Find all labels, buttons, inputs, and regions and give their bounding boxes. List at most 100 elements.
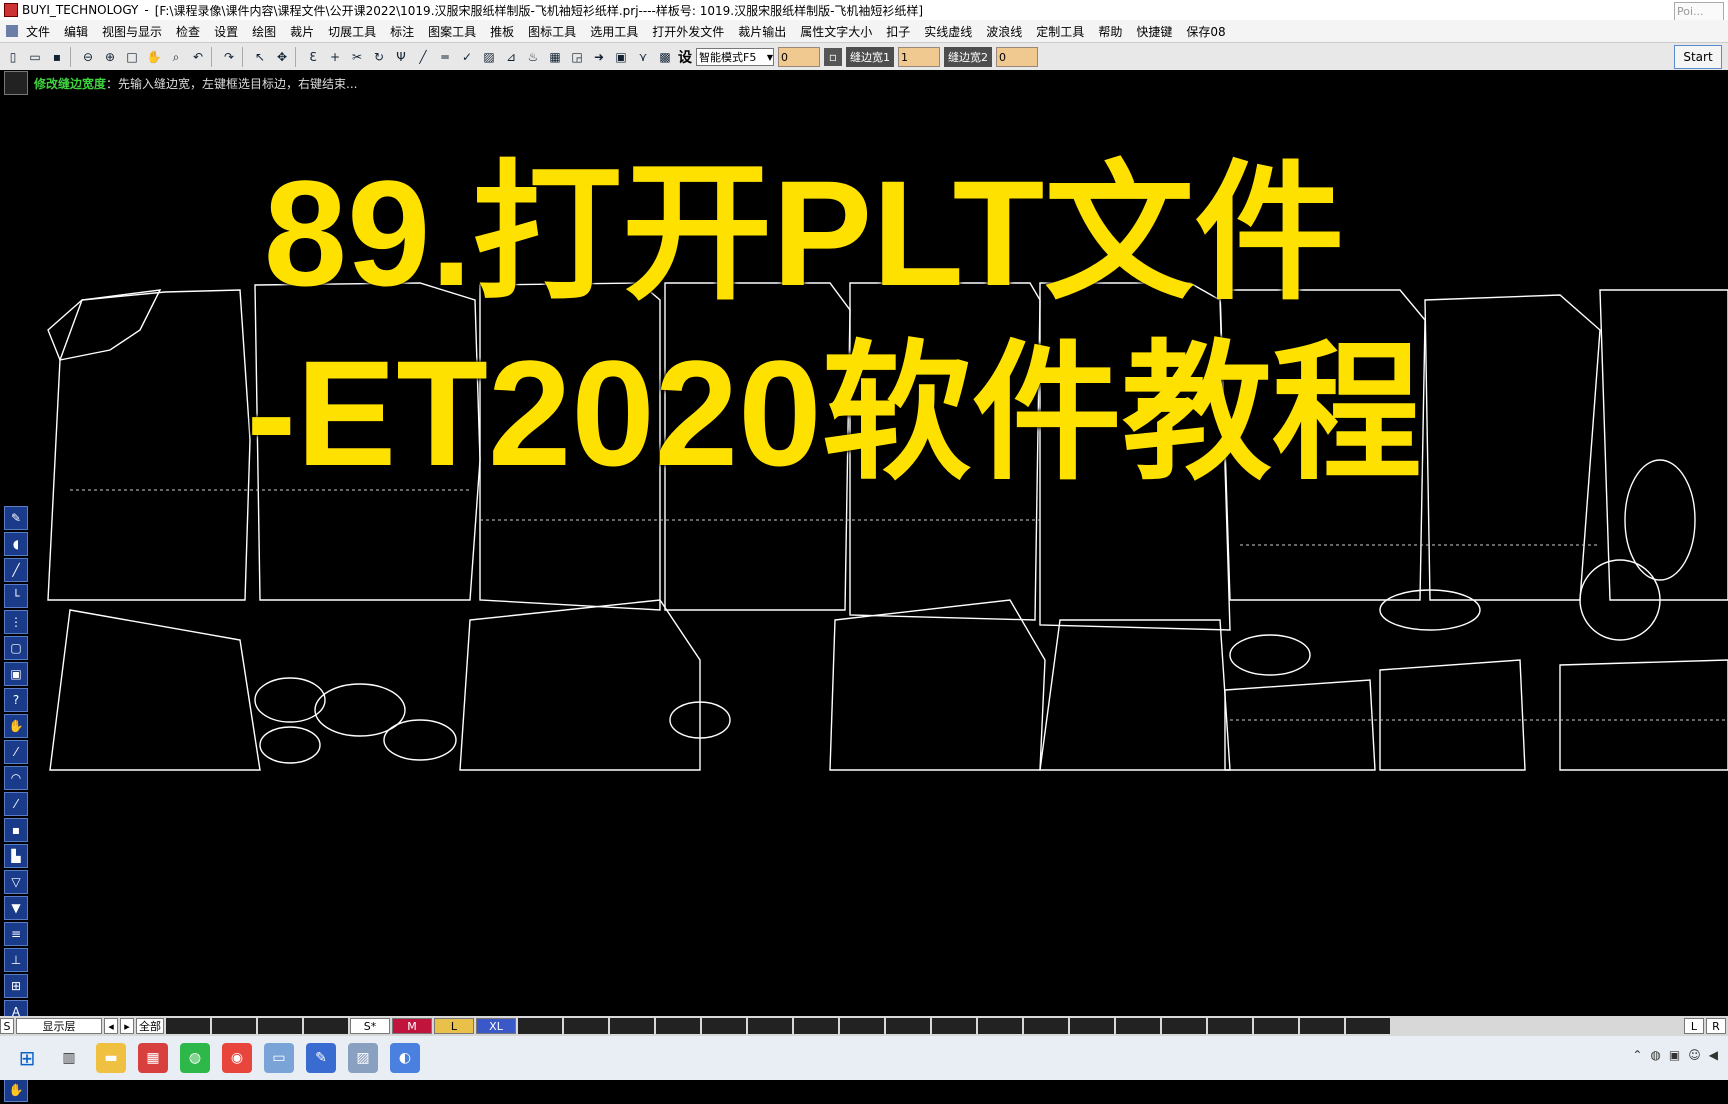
redo-icon[interactable]: ↷ xyxy=(220,48,238,66)
slash-icon[interactable]: ╱ xyxy=(414,48,432,66)
curve-icon[interactable]: ◠ xyxy=(4,766,28,790)
menu-item[interactable]: 编辑 xyxy=(64,23,88,40)
palette-icon[interactable]: ▦ xyxy=(546,48,564,66)
file-explorer-icon[interactable]: ▬ xyxy=(96,1043,126,1073)
chrome-icon[interactable]: ◉ xyxy=(222,1043,252,1073)
menu-item[interactable]: 视图与显示 xyxy=(102,23,162,40)
menu-item[interactable]: 帮助 xyxy=(1098,23,1122,40)
grade-icon[interactable]: ▙ xyxy=(4,844,28,868)
arc-icon[interactable]: ◖ xyxy=(4,532,28,556)
align-icon[interactable]: ≡ xyxy=(4,922,28,946)
move-icon[interactable]: ✥ xyxy=(273,48,291,66)
zoom-in-icon[interactable]: ⊕ xyxy=(101,48,119,66)
chevron-up-icon[interactable]: ⌃ xyxy=(1632,1048,1642,1062)
select-icon[interactable]: ↖ xyxy=(251,48,269,66)
image-icon[interactable]: ▣ xyxy=(612,48,630,66)
rotate-icon[interactable]: ↻ xyxy=(370,48,388,66)
menu-item[interactable]: 定制工具 xyxy=(1036,23,1084,40)
network-icon[interactable]: ◍ xyxy=(1650,1048,1660,1062)
save-icon[interactable]: ▪ xyxy=(48,48,66,66)
line-icon[interactable]: ╱ xyxy=(4,558,28,582)
ruler-icon[interactable]: ⊞ xyxy=(4,974,28,998)
photo-app-icon[interactable]: ▦ xyxy=(138,1043,168,1073)
arrow-icon[interactable]: ➜ xyxy=(590,48,608,66)
dim-icon[interactable]: ⊥ xyxy=(4,948,28,972)
scroll-right-icon[interactable]: ▸ xyxy=(120,1018,134,1034)
wechat-icon[interactable]: ◍ xyxy=(180,1043,210,1073)
menu-item[interactable]: 属性文字大小 xyxy=(800,23,872,40)
menu-item[interactable]: 裁片 xyxy=(290,23,314,40)
zoom-fit-icon[interactable]: □ xyxy=(123,48,141,66)
left-side-button[interactable]: L xyxy=(1684,1018,1704,1034)
slope-icon[interactable]: ⁄ xyxy=(4,740,28,764)
size-tab[interactable]: M xyxy=(392,1018,432,1034)
task-view-icon[interactable]: ▥ xyxy=(54,1043,84,1073)
right-side-button[interactable]: R xyxy=(1706,1018,1726,1034)
new-file-icon[interactable]: ▯ xyxy=(4,48,22,66)
corner-icon[interactable]: └ xyxy=(4,584,28,608)
cross-icon[interactable]: + xyxy=(326,48,344,66)
grade-icon[interactable]: ⊿ xyxy=(502,48,520,66)
system-menu-icon[interactable] xyxy=(6,25,18,37)
save-icon[interactable]: ▪ xyxy=(4,818,28,842)
windows-start-icon[interactable]: ⊞ xyxy=(12,1043,42,1073)
menu-item[interactable]: 快捷键 xyxy=(1136,23,1172,40)
hatch-icon[interactable]: ▨ xyxy=(480,48,498,66)
menu-item[interactable]: 检查 xyxy=(176,23,200,40)
frame-icon[interactable]: ▫ xyxy=(824,48,842,66)
menu-item[interactable]: 设置 xyxy=(214,23,238,40)
menu-item[interactable]: 裁片输出 xyxy=(738,23,786,40)
align-icon[interactable]: Ɛ xyxy=(304,48,322,66)
seam-width2-field[interactable]: 0 xyxy=(996,47,1038,67)
menu-item[interactable]: 图标工具 xyxy=(528,23,576,40)
user-icon[interactable]: ☺ xyxy=(1688,1048,1701,1062)
open-folder-icon[interactable]: ▭ xyxy=(26,48,44,66)
menu-item[interactable]: 标注 xyxy=(390,23,414,40)
parallel-icon[interactable]: ═ xyxy=(436,48,454,66)
scroll-left-icon[interactable]: ◂ xyxy=(104,1018,118,1034)
camera-icon[interactable]: ▣ xyxy=(1669,1048,1680,1062)
capture-app-icon[interactable]: ◐ xyxy=(390,1043,420,1073)
notch-icon[interactable]: ▽ xyxy=(4,870,28,894)
hand2-icon[interactable]: ✋ xyxy=(4,1078,28,1102)
check-icon[interactable]: ✓ xyxy=(458,48,476,66)
settings-label[interactable]: 设 xyxy=(678,47,692,67)
menu-item[interactable]: 推板 xyxy=(490,23,514,40)
mode-select[interactable]: 智能模式F5 ▼ xyxy=(696,48,774,66)
frame-icon[interactable]: ▢ xyxy=(4,636,28,660)
pan-icon[interactable]: ✋ xyxy=(145,48,163,66)
cut-icon[interactable]: ✂ xyxy=(348,48,366,66)
menu-item[interactable]: 切展工具 xyxy=(328,23,376,40)
size-tab[interactable]: S* xyxy=(350,1018,390,1034)
hand-icon[interactable]: ✋ xyxy=(4,714,28,738)
value-field[interactable]: 0 xyxy=(778,47,820,67)
buyi-app-icon[interactable]: ▨ xyxy=(348,1043,378,1073)
menu-item[interactable]: 图案工具 xyxy=(428,23,476,40)
zoom-window-icon[interactable]: ⌕ xyxy=(167,48,185,66)
menu-item[interactable]: 实线虚线 xyxy=(924,23,972,40)
app-window-icon[interactable]: ▭ xyxy=(264,1043,294,1073)
measure-icon[interactable]: ⋮ xyxy=(4,610,28,634)
menu-item[interactable]: 文件 xyxy=(26,23,50,40)
menu-item[interactable]: 扣子 xyxy=(886,23,910,40)
slope2-icon[interactable]: ⁄ xyxy=(4,792,28,816)
menu-item[interactable]: 打开外发文件 xyxy=(652,23,724,40)
zoom-out-icon[interactable]: ⊖ xyxy=(79,48,97,66)
grid-icon[interactable]: ▩ xyxy=(656,48,674,66)
pen-icon[interactable]: ✎ xyxy=(4,506,28,530)
notch-icon[interactable]: ⋎ xyxy=(634,48,652,66)
menu-item[interactable]: 保存08 xyxy=(1186,23,1225,40)
fork-icon[interactable]: Ψ xyxy=(392,48,410,66)
all-sizes-button[interactable]: 全部 xyxy=(136,1018,164,1034)
volume-icon[interactable]: ◀ xyxy=(1709,1048,1718,1062)
seam-width1-field[interactable]: 1 xyxy=(898,47,940,67)
undo-icon[interactable]: ↶ xyxy=(189,48,207,66)
brush-icon[interactable]: ♨ xyxy=(524,48,542,66)
size-tab[interactable]: XL xyxy=(476,1018,516,1034)
help-icon[interactable]: ? xyxy=(4,688,28,712)
notch2-icon[interactable]: ▼ xyxy=(4,896,28,920)
frame2-icon[interactable]: ▣ xyxy=(4,662,28,686)
start-button[interactable]: Start xyxy=(1674,45,1722,69)
fold-icon[interactable]: ◲ xyxy=(568,48,586,66)
s-button[interactable]: S xyxy=(0,1018,14,1034)
